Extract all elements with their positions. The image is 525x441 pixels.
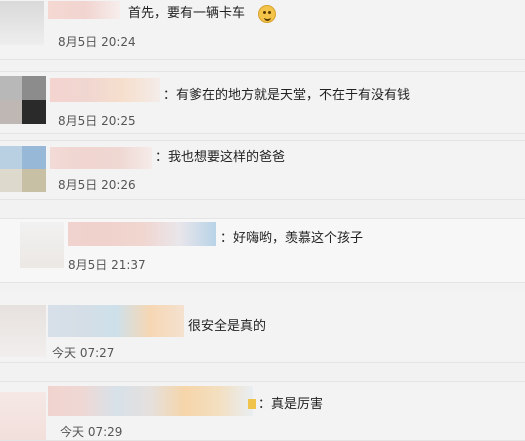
username-blurred[interactable] <box>68 222 216 246</box>
username-blurred[interactable] <box>48 305 184 337</box>
username-blurred[interactable] <box>50 147 152 169</box>
username-blurred[interactable] <box>48 386 253 416</box>
comment-item[interactable]: ：真是厉害 今天 07:29 <box>0 381 525 441</box>
comment-item[interactable]: ：我也想要这样的爸爸 8月5日 20:26 <box>0 140 525 200</box>
avatar[interactable] <box>0 1 44 45</box>
avatar[interactable] <box>0 392 46 440</box>
avatar-lower <box>0 100 46 124</box>
comment-text: 首先，要有一辆卡车 <box>128 6 246 21</box>
comment-item[interactable]: 首先，要有一辆卡车 8月5日 20:24 <box>0 0 525 60</box>
avatar[interactable] <box>20 222 64 268</box>
grinning-face-emoji-icon <box>258 5 276 23</box>
comment-timestamp: 8月5日 21:37 <box>68 258 146 272</box>
comment-item[interactable]: 很安全是真的 今天 07:27 <box>0 291 525 363</box>
comment-text: ：有爹在的地方就是天堂，不在于有没有钱 <box>163 88 411 103</box>
comment-timestamp: 今天 07:27 <box>52 346 115 360</box>
comment-item[interactable]: ：有爹在的地方就是天堂，不在于有没有钱 8月5日 20:25 <box>0 71 525 134</box>
comment-text: ：好嗨哟，羡慕这个孩子 <box>220 231 364 246</box>
comment-timestamp: 8月5日 20:24 <box>58 35 136 49</box>
comment-text: 很安全是真的 <box>188 319 267 334</box>
avatar-lower <box>0 169 46 192</box>
comment-item[interactable]: ：好嗨哟，羡慕这个孩子 8月5日 21:37 <box>0 218 525 283</box>
avatar[interactable] <box>0 305 46 357</box>
comment-text: ：我也想要这样的爸爸 <box>155 150 286 165</box>
comment-text: ：真是厉害 <box>258 397 324 412</box>
username-blurred[interactable] <box>48 1 120 19</box>
comment-timestamp: 8月5日 20:26 <box>58 178 136 192</box>
comment-timestamp: 8月5日 20:25 <box>58 114 136 128</box>
badge-icon <box>248 399 256 409</box>
username-blurred[interactable] <box>50 78 160 102</box>
